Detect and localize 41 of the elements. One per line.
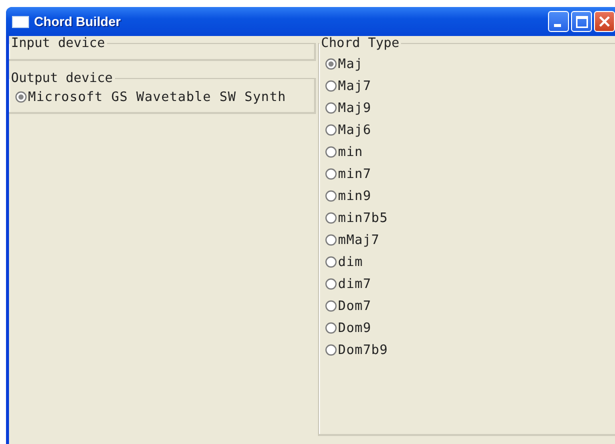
close-button[interactable] bbox=[594, 11, 615, 32]
radio-button[interactable] bbox=[325, 124, 337, 136]
option-label: min9 bbox=[338, 188, 372, 204]
option-label: Dom9 bbox=[338, 320, 372, 336]
option-label: Dom7 bbox=[338, 298, 372, 314]
option-label: min7b5 bbox=[338, 210, 388, 226]
option-label: Microsoft GS Wavetable SW Synth bbox=[28, 90, 286, 104]
option-label: Maj bbox=[338, 56, 363, 72]
radio-button[interactable] bbox=[325, 190, 337, 202]
option-label: Maj9 bbox=[338, 100, 372, 116]
option-label: min bbox=[338, 144, 363, 160]
radio-button[interactable] bbox=[15, 91, 27, 103]
window-icon bbox=[12, 16, 29, 28]
group-label: Input device bbox=[10, 36, 106, 51]
maximize-icon bbox=[576, 16, 588, 28]
option-label: Dom7b9 bbox=[338, 342, 388, 358]
radio-button[interactable] bbox=[325, 322, 337, 334]
radio-button[interactable] bbox=[325, 234, 337, 246]
radio-button[interactable] bbox=[325, 146, 337, 158]
option-label: mMaj7 bbox=[338, 232, 380, 248]
radio-button[interactable] bbox=[325, 58, 337, 70]
radio-button[interactable] bbox=[325, 256, 337, 268]
close-icon bbox=[599, 16, 610, 27]
radio-button[interactable] bbox=[325, 102, 337, 114]
radio-button[interactable] bbox=[325, 278, 337, 290]
radio-button[interactable] bbox=[325, 344, 337, 356]
option-label: Maj6 bbox=[338, 122, 372, 138]
radio-button[interactable] bbox=[325, 168, 337, 180]
minimize-button[interactable] bbox=[548, 11, 569, 32]
group-label: Output device bbox=[10, 71, 114, 86]
radio-button[interactable] bbox=[325, 300, 337, 312]
option-label: min7 bbox=[338, 166, 372, 182]
option-label: dim bbox=[338, 254, 363, 270]
maximize-button[interactable] bbox=[571, 11, 592, 32]
option-label: Maj7 bbox=[338, 78, 372, 94]
window-title: Chord Builder bbox=[34, 14, 121, 29]
radio-button[interactable] bbox=[325, 212, 337, 224]
minimize-icon bbox=[554, 24, 560, 27]
group-label: Chord Type bbox=[320, 36, 400, 51]
option-label: dim7 bbox=[338, 276, 372, 292]
radio-button[interactable] bbox=[325, 80, 337, 92]
